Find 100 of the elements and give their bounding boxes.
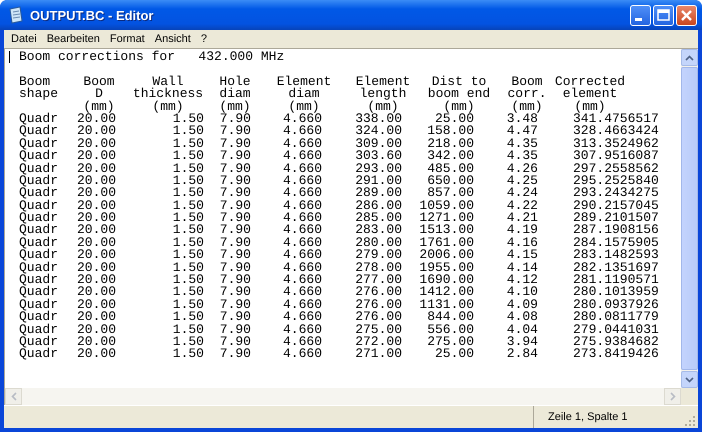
table-cell-text: 280.0811779: [572, 311, 660, 324]
table-cell-text: 20.00: [76, 112, 117, 126]
table-cell-text: 4.660: [282, 262, 323, 274]
table-cell-text: 20.00: [76, 236, 117, 250]
table-cell-text: 4.660: [282, 125, 323, 138]
menu-item[interactable]: Bearbeiten: [42, 33, 105, 45]
table-cell-text: 283.00: [354, 224, 403, 237]
column-header: Dist to: [432, 76, 486, 88]
table-cell-text: 1.50: [172, 212, 205, 224]
resize-grip-icon[interactable]: [684, 415, 696, 427]
table-cell-text: 4.660: [282, 236, 323, 250]
table-cell-text: 1.50: [172, 224, 205, 237]
table-cell-text: 20.00: [76, 174, 117, 188]
table-cell-text: Quadr: [19, 274, 60, 286]
table-cell-text: 275.9384682: [572, 336, 660, 348]
table-cell-text: 4.660: [282, 212, 323, 224]
table-cell-text: 1.50: [172, 249, 205, 262]
column-header: (mm): [151, 100, 184, 113]
table-cell-text: 20.00: [76, 200, 117, 212]
menu-item[interactable]: Datei: [6, 33, 42, 45]
table-cell-text: Quadr: [19, 224, 60, 237]
table-cell-text: 4.660: [282, 138, 323, 150]
table-cell-text: 4.25: [506, 174, 539, 188]
scroll-down-button[interactable]: [681, 371, 698, 388]
table-cell-text: 1.50: [172, 174, 205, 188]
minimize-button[interactable]: [630, 4, 651, 26]
table-cell-text: 3.94: [506, 336, 539, 348]
table-cell-text: 20.00: [76, 274, 117, 286]
table-cell-text: Quadr: [19, 212, 60, 224]
table-cell-text: 277.00: [354, 274, 403, 286]
table-cell-text: 279.0441031: [572, 324, 660, 336]
table-cell-text: 271.00: [354, 348, 403, 361]
table-cell-text: 282.1351697: [572, 262, 660, 274]
column-header: length: [358, 88, 408, 101]
table-cell-text: 342.00: [426, 150, 475, 163]
table-cell-text: 281.1190571: [572, 274, 660, 286]
column-header: Element: [354, 76, 412, 88]
notepad-icon: [8, 6, 24, 24]
column-header: (mm): [443, 100, 476, 113]
table-cell-text: 7.90: [218, 249, 252, 262]
column-header: D: [95, 88, 103, 101]
table-cell-text: 338.00: [354, 112, 403, 126]
table-cell-text: 1059.00: [418, 200, 475, 212]
table-cell-text: 280.0937926: [572, 298, 660, 312]
column-header: Corrected: [554, 76, 626, 88]
table-cell-text: 1.50: [172, 236, 205, 250]
table-cell-text: 2006.00: [418, 249, 475, 262]
table-cell-text: 25.00: [434, 112, 475, 126]
table-cell-text: 1131.00: [418, 298, 475, 312]
table-cell-text: 7.90: [218, 174, 252, 188]
table-cell-text: 650.00: [426, 174, 475, 188]
table-cell-text: 4.660: [282, 274, 323, 286]
table-cell-text: 1513.00: [418, 224, 475, 237]
table-cell-text: 4.660: [282, 286, 323, 299]
table-cell-text: Quadr: [19, 262, 60, 274]
table-cell-text: 844.00: [426, 311, 475, 324]
menu-item[interactable]: Ansicht: [150, 33, 196, 45]
table-cell-text: Quadr: [19, 138, 60, 150]
column-header: corr.: [506, 88, 548, 101]
column-header: Boom: [510, 76, 544, 88]
table-cell-text: 293.2434275: [572, 187, 660, 200]
scroll-up-button[interactable]: [681, 49, 698, 66]
maximize-button[interactable]: [653, 4, 674, 26]
table-cell-text: 276.00: [354, 286, 403, 299]
column-header: Element: [276, 76, 332, 88]
table-cell-text: 1.50: [172, 336, 205, 348]
table-cell-text: 2.84: [506, 348, 539, 361]
table-cell-text: 7.90: [218, 286, 252, 299]
table-cell-text: 7.90: [218, 348, 252, 361]
table-cell-text: 4.660: [282, 249, 323, 262]
column-header: boom end: [426, 88, 492, 101]
table-cell-text: 7.90: [218, 212, 252, 224]
table-cell-text: 4.14: [506, 262, 539, 274]
table-cell-text: 1.50: [172, 162, 205, 175]
table-cell-text: 307.9516087: [572, 150, 660, 163]
table-cell-text: 284.1575905: [572, 236, 660, 250]
table-cell-text: 280.1013959: [572, 286, 660, 299]
table-cell-text: 485.00: [426, 162, 475, 175]
table-cell-text: 20.00: [76, 125, 117, 138]
table-cell-text: 1.50: [172, 138, 205, 150]
table-cell-text: 20.00: [76, 224, 117, 237]
menu-item[interactable]: ?: [196, 33, 212, 45]
table-cell-text: 7.90: [218, 336, 252, 348]
maximize-icon: [657, 9, 670, 21]
close-button[interactable]: [676, 4, 697, 26]
window-title: OUTPUT.BC - Editor: [30, 8, 154, 22]
column-header: (mm): [218, 100, 252, 113]
table-cell-text: 20.00: [76, 298, 117, 312]
table-cell-text: 4.08: [506, 311, 539, 324]
table-cell-text: 1.50: [172, 200, 205, 212]
table-cell-text: 7.90: [218, 311, 252, 324]
table-cell-text: 293.00: [354, 162, 403, 175]
table-cell-text: Quadr: [19, 311, 60, 324]
table-cell-text: 1.50: [172, 274, 205, 286]
table-cell-text: 280.00: [354, 236, 403, 250]
table-cell-text: 283.1482593: [572, 249, 660, 262]
table-cell-text: 1271.00: [418, 212, 475, 224]
table-cell-text: 4.10: [506, 286, 539, 299]
menu-item[interactable]: Format: [104, 33, 150, 45]
close-icon: [681, 10, 692, 20]
